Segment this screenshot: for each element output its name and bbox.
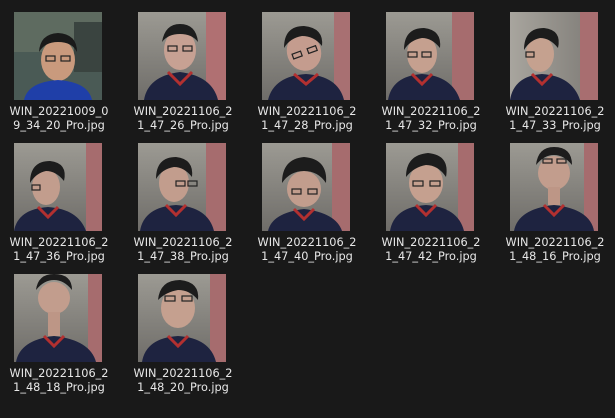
thumbnail-grid: WIN_20221009_0 9_34_20_Pro.jpg WIN_20221… xyxy=(0,10,615,403)
file-name-line: WIN_20221106_2 xyxy=(9,236,109,249)
file-name-line: WIN_20221106_2 xyxy=(505,236,605,249)
file-name-label[interactable]: WIN_20221106_2 1_48_18_Pro.jpg xyxy=(0,367,118,395)
file-explorer-view: WIN_20221009_0 9_34_20_Pro.jpg WIN_20221… xyxy=(0,0,615,418)
file-name-line: WIN_20221106_2 xyxy=(9,367,109,380)
photo-thumbnail-icon[interactable] xyxy=(14,12,102,100)
file-name-line: 1_47_42_Pro.jpg xyxy=(385,250,477,263)
photo-thumbnail-icon[interactable] xyxy=(14,143,102,231)
photo-thumbnail-icon[interactable] xyxy=(138,274,226,362)
file-name-line: WIN_20221106_2 xyxy=(257,105,357,118)
file-name-line: WIN_20221106_2 xyxy=(133,105,233,118)
file-name-label[interactable]: WIN_20221106_2 1_47_33_Pro.jpg xyxy=(496,105,614,133)
file-item[interactable]: WIN_20221106_2 1_48_18_Pro.jpg xyxy=(0,272,124,403)
file-name-line: WIN_20221009_0 xyxy=(9,105,109,118)
file-item[interactable]: WIN_20221106_2 1_48_16_Pro.jpg xyxy=(496,141,615,272)
file-item[interactable]: WIN_20221009_0 9_34_20_Pro.jpg xyxy=(0,10,124,141)
photo-thumbnail-icon[interactable] xyxy=(510,12,598,100)
file-name-line: WIN_20221106_2 xyxy=(381,105,481,118)
photo-thumbnail-icon[interactable] xyxy=(14,274,102,362)
file-name-line: 1_47_36_Pro.jpg xyxy=(13,250,105,263)
file-item[interactable]: WIN_20221106_2 1_47_42_Pro.jpg xyxy=(372,141,496,272)
photo-thumbnail-icon[interactable] xyxy=(386,143,474,231)
file-name-line: 1_47_26_Pro.jpg xyxy=(137,119,229,132)
photo-thumbnail-icon[interactable] xyxy=(138,143,226,231)
file-name-line: WIN_20221106_2 xyxy=(505,105,605,118)
file-name-label[interactable]: WIN_20221106_2 1_48_16_Pro.jpg xyxy=(496,236,614,264)
file-name-label[interactable]: WIN_20221009_0 9_34_20_Pro.jpg xyxy=(0,105,118,133)
file-item[interactable]: WIN_20221106_2 1_47_32_Pro.jpg xyxy=(372,10,496,141)
file-name-label[interactable]: WIN_20221106_2 1_47_40_Pro.jpg xyxy=(248,236,366,264)
file-item[interactable]: WIN_20221106_2 1_47_38_Pro.jpg xyxy=(124,141,248,272)
file-name-label[interactable]: WIN_20221106_2 1_47_36_Pro.jpg xyxy=(0,236,118,264)
file-name-line: 1_47_40_Pro.jpg xyxy=(261,250,353,263)
file-name-line: 1_47_38_Pro.jpg xyxy=(137,250,229,263)
file-name-line: WIN_20221106_2 xyxy=(133,236,233,249)
file-name-line: 9_34_20_Pro.jpg xyxy=(13,119,105,132)
file-name-line: 1_47_28_Pro.jpg xyxy=(261,119,353,132)
file-item[interactable]: WIN_20221106_2 1_48_20_Pro.jpg xyxy=(124,272,248,403)
file-name-line: 1_48_18_Pro.jpg xyxy=(13,381,105,394)
file-name-line: WIN_20221106_2 xyxy=(381,236,481,249)
file-name-line: 1_47_33_Pro.jpg xyxy=(509,119,601,132)
photo-thumbnail-icon[interactable] xyxy=(138,12,226,100)
file-name-line: 1_47_32_Pro.jpg xyxy=(385,119,477,132)
file-item[interactable]: WIN_20221106_2 1_47_33_Pro.jpg xyxy=(496,10,615,141)
file-name-line: WIN_20221106_2 xyxy=(257,236,357,249)
photo-thumbnail-icon[interactable] xyxy=(386,12,474,100)
file-item[interactable]: WIN_20221106_2 1_47_40_Pro.jpg xyxy=(248,141,372,272)
file-name-label[interactable]: WIN_20221106_2 1_47_28_Pro.jpg xyxy=(248,105,366,133)
file-name-line: WIN_20221106_2 xyxy=(133,367,233,380)
file-item[interactable]: WIN_20221106_2 1_47_28_Pro.jpg xyxy=(248,10,372,141)
file-name-line: 1_48_20_Pro.jpg xyxy=(137,381,229,394)
file-name-label[interactable]: WIN_20221106_2 1_48_20_Pro.jpg xyxy=(124,367,242,395)
file-name-label[interactable]: WIN_20221106_2 1_47_26_Pro.jpg xyxy=(124,105,242,133)
file-name-label[interactable]: WIN_20221106_2 1_47_42_Pro.jpg xyxy=(372,236,490,264)
file-name-label[interactable]: WIN_20221106_2 1_47_32_Pro.jpg xyxy=(372,105,490,133)
file-item[interactable]: WIN_20221106_2 1_47_26_Pro.jpg xyxy=(124,10,248,141)
file-name-line: 1_48_16_Pro.jpg xyxy=(509,250,601,263)
file-item[interactable]: WIN_20221106_2 1_47_36_Pro.jpg xyxy=(0,141,124,272)
photo-thumbnail-icon[interactable] xyxy=(510,143,598,231)
photo-thumbnail-icon[interactable] xyxy=(262,12,350,100)
photo-thumbnail-icon[interactable] xyxy=(262,143,350,231)
file-name-label[interactable]: WIN_20221106_2 1_47_38_Pro.jpg xyxy=(124,236,242,264)
